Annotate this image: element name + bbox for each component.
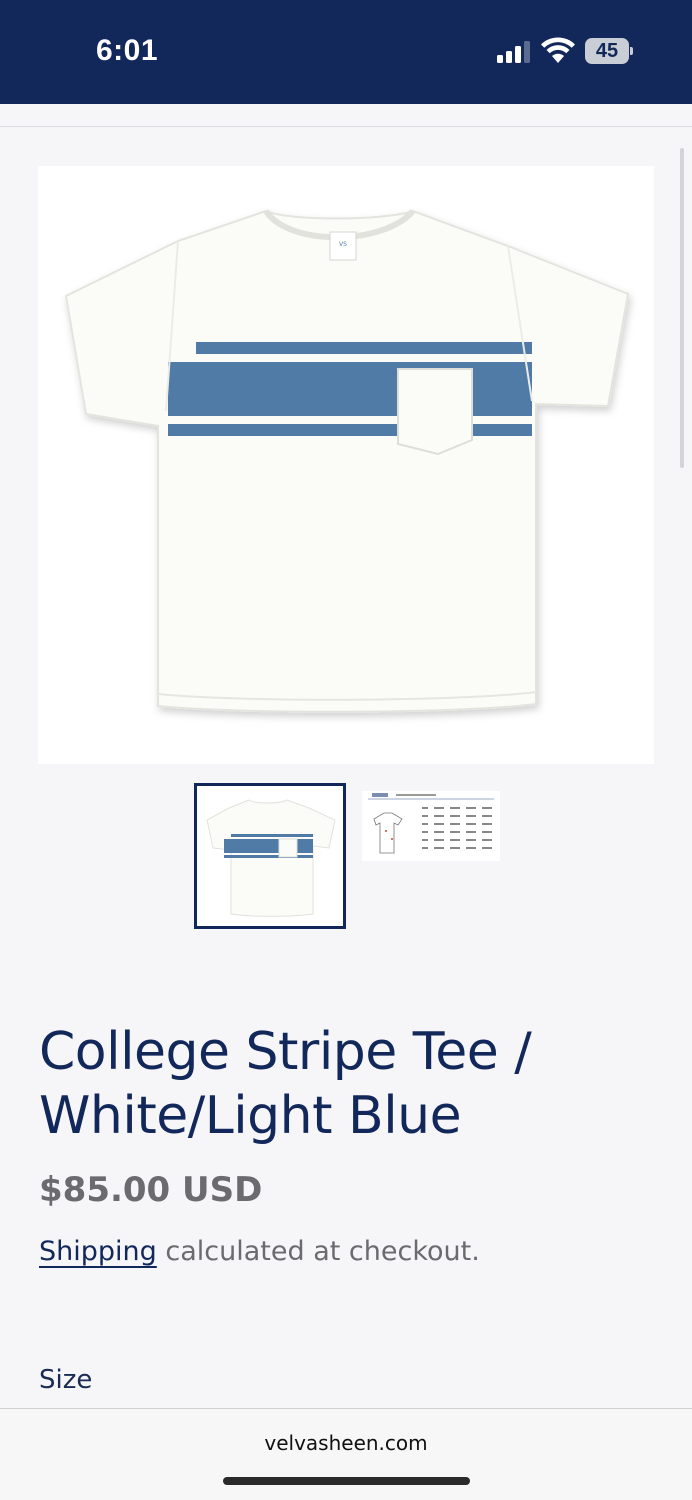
thumbnail-tee-front[interactable] bbox=[194, 783, 346, 929]
thumbnail-size-chart[interactable] bbox=[360, 783, 512, 929]
wifi-icon bbox=[541, 37, 575, 63]
size-label: Size bbox=[39, 1365, 93, 1395]
url-text[interactable]: velvasheen.com bbox=[0, 1431, 692, 1455]
size-chart-thumbnail-image bbox=[362, 791, 500, 861]
status-bar: 6:01 45 bbox=[0, 0, 692, 104]
product-title: College Stripe Tee / White/Light Blue bbox=[39, 1020, 659, 1148]
svg-text:VS: VS bbox=[339, 241, 347, 248]
battery-icon: 45 bbox=[585, 38, 633, 64]
battery-tip bbox=[630, 47, 633, 55]
browser-address-bar[interactable]: velvasheen.com bbox=[0, 1408, 692, 1500]
tshirt-thumbnail-image bbox=[206, 799, 336, 917]
tshirt-image: VS bbox=[64, 208, 630, 713]
shipping-note: Shipping calculated at checkout. bbox=[39, 1236, 480, 1267]
product-title-line-1: College Stripe Tee / bbox=[39, 1022, 532, 1082]
header-divider bbox=[0, 126, 692, 127]
clock: 6:01 bbox=[96, 34, 159, 67]
product-main-image[interactable]: VS bbox=[38, 166, 654, 764]
signal-icon bbox=[497, 41, 530, 63]
shipping-note-text: calculated at checkout. bbox=[156, 1236, 480, 1267]
product-title-line-2: White/Light Blue bbox=[39, 1086, 462, 1146]
battery-level: 45 bbox=[585, 38, 629, 64]
product-price: $85.00 USD bbox=[39, 1170, 263, 1210]
home-indicator[interactable] bbox=[223, 1477, 470, 1485]
scrollbar[interactable] bbox=[680, 148, 684, 468]
shipping-link[interactable]: Shipping bbox=[39, 1236, 157, 1267]
